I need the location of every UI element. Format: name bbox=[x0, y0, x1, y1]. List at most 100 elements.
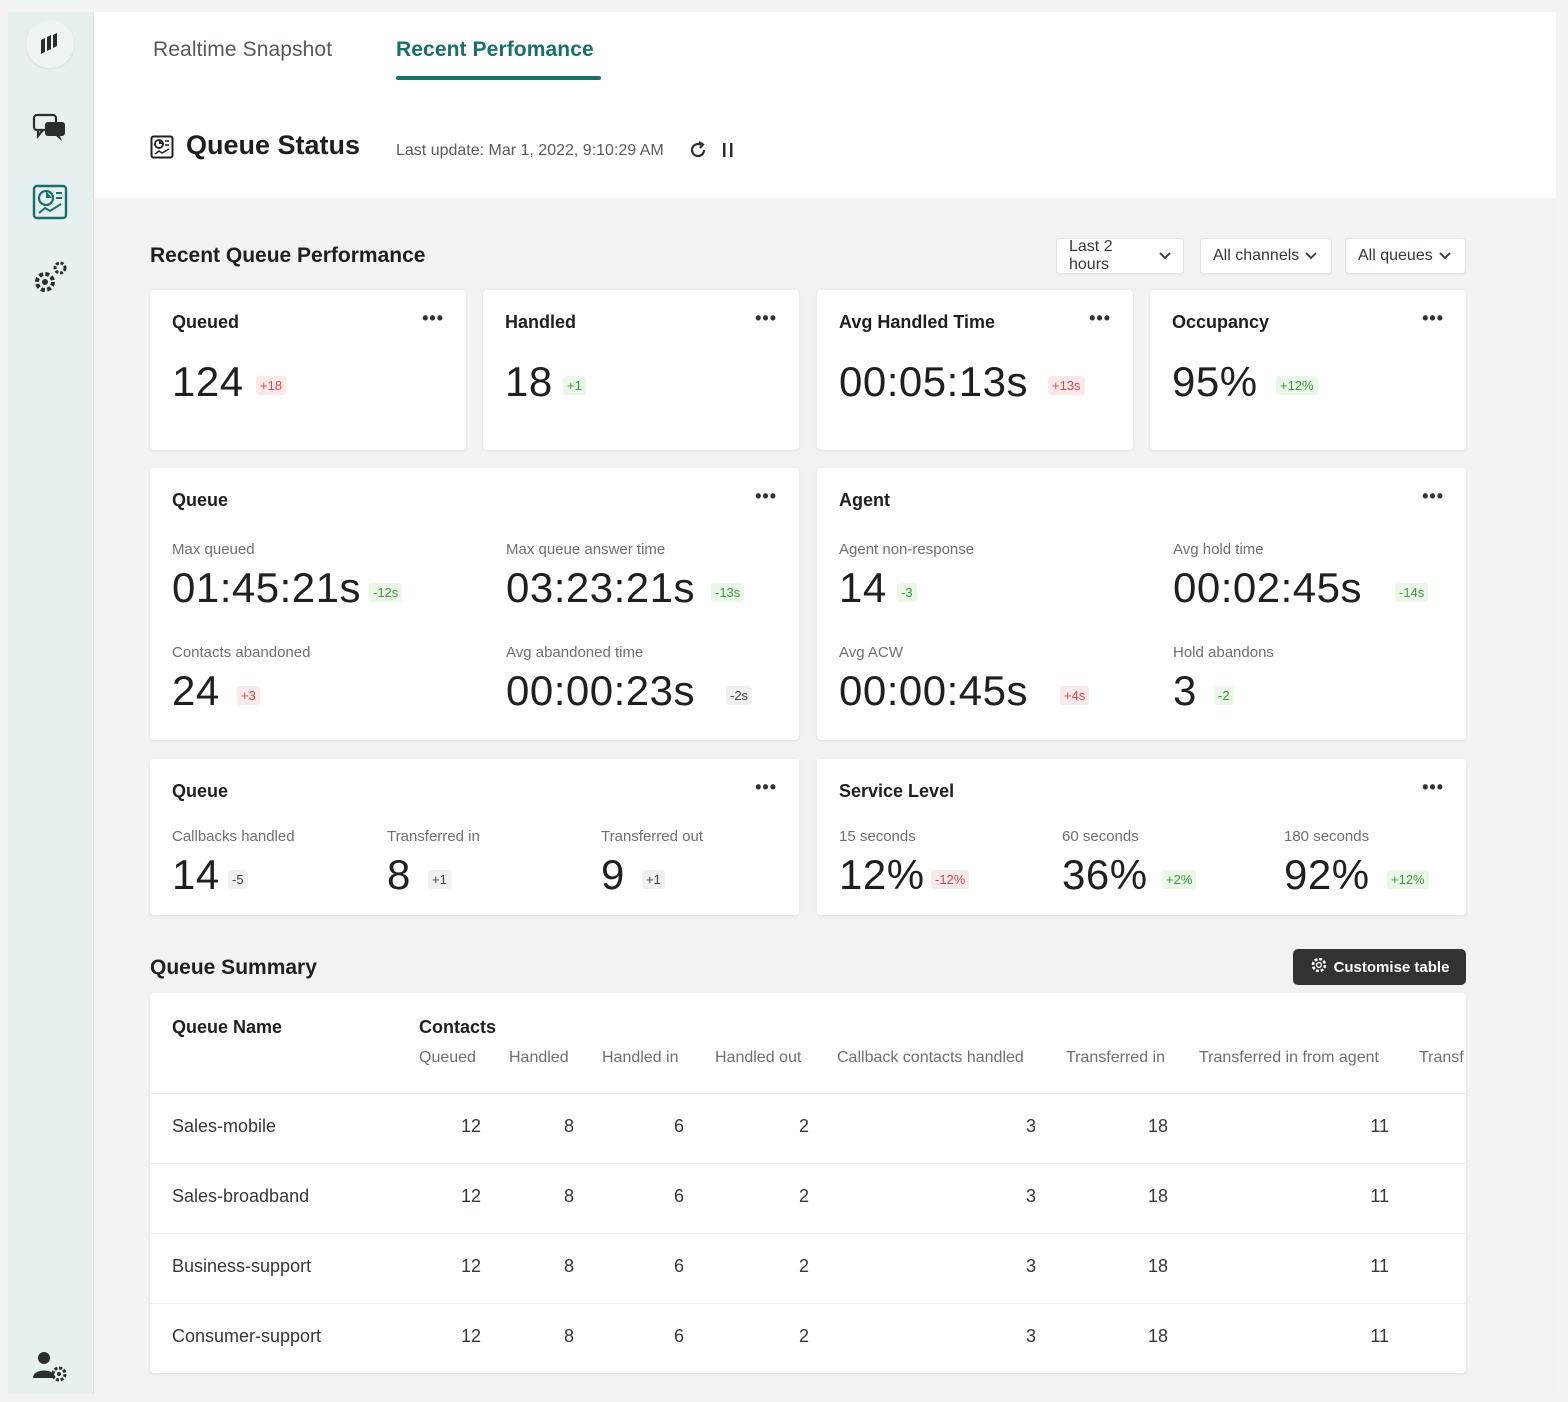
table-cell: 11 bbox=[1370, 1116, 1389, 1136]
metric-label: Max queued bbox=[172, 541, 255, 558]
metric-label: 15 seconds bbox=[839, 828, 916, 845]
page-header: Realtime Snapshot Recent Perfomance Queu… bbox=[94, 12, 1556, 198]
pause-icon[interactable] bbox=[720, 141, 736, 164]
table-cell: 11 bbox=[1370, 1186, 1389, 1206]
delta-badge: -14s bbox=[1395, 583, 1429, 602]
metric-value: 01:45:21s bbox=[172, 564, 361, 611]
column-header[interactable]: Transferred in bbox=[1066, 1049, 1165, 1067]
kpi-card-handled: Handled ••• 18 +1 bbox=[483, 290, 799, 450]
table-row[interactable]: Business-support 12 8 6 2 3 18 11 bbox=[150, 1233, 1466, 1303]
card-title: Avg Handled Time bbox=[839, 312, 996, 332]
metric-value: 14 bbox=[839, 564, 887, 611]
table-row[interactable]: Consumer-support 12 8 6 2 3 18 11 bbox=[150, 1303, 1466, 1373]
metric-value: 00:00:45s bbox=[839, 667, 1028, 714]
customise-table-label: Customise table bbox=[1333, 958, 1450, 976]
tab-realtime-snapshot[interactable]: Realtime Snapshot bbox=[153, 38, 332, 62]
column-header[interactable]: Handled bbox=[509, 1049, 569, 1067]
table-cell: 18 bbox=[1147, 1326, 1168, 1346]
column-header[interactable]: Queued bbox=[419, 1049, 476, 1067]
main-content: Realtime Snapshot Recent Perfomance Queu… bbox=[94, 12, 1556, 1394]
delta-badge: +4s bbox=[1060, 686, 1090, 705]
table-cell: 6 bbox=[673, 1186, 684, 1206]
queue-name-cell: Sales-broadband bbox=[172, 1186, 310, 1206]
table-cell: 11 bbox=[1370, 1256, 1389, 1276]
service-level-card: Service Level ••• 15 seconds 12% -12% 60… bbox=[817, 759, 1466, 915]
metric-value: 8 bbox=[387, 851, 411, 898]
delta-badge: +1 bbox=[428, 870, 451, 889]
logo-icon[interactable] bbox=[26, 20, 74, 68]
kpi-card-queued: Queued ••• 124 +18 bbox=[150, 290, 466, 450]
delta-badge: +1 bbox=[642, 870, 665, 889]
recent-performance-title: Recent Queue Performance bbox=[150, 244, 426, 267]
metric-label: Transferred out bbox=[601, 828, 703, 845]
metric-label: Agent non-response bbox=[839, 541, 975, 558]
table-cell: 11 bbox=[1370, 1326, 1389, 1346]
table-cell: 6 bbox=[673, 1116, 684, 1136]
metric-label: Avg abandoned time bbox=[506, 644, 644, 661]
more-options-icon[interactable]: ••• bbox=[755, 486, 777, 507]
kpi-value: 00:05:13s bbox=[839, 358, 1028, 405]
delta-badge: -12s bbox=[369, 583, 403, 602]
tab-recent-performance[interactable]: Recent Perfomance bbox=[396, 38, 594, 62]
refresh-icon[interactable] bbox=[688, 140, 708, 165]
customise-table-button[interactable]: Customise table bbox=[1293, 949, 1466, 985]
card-title: Handled bbox=[505, 312, 577, 332]
metric-value: 00:02:45s bbox=[1173, 564, 1362, 611]
more-options-icon[interactable]: ••• bbox=[1422, 777, 1444, 798]
table-cell: 6 bbox=[673, 1326, 684, 1346]
table-cell: 2 bbox=[798, 1116, 809, 1136]
metric-label: Transferred in bbox=[387, 828, 480, 845]
column-group-contacts: Contacts bbox=[419, 1017, 497, 1037]
queue-name-cell: Sales-mobile bbox=[172, 1116, 277, 1136]
queue-summary-table: Queue Name Contacts Queued Handled Handl… bbox=[150, 993, 1466, 1373]
column-header[interactable]: Transferred in from agent bbox=[1199, 1049, 1379, 1067]
metric-label: 60 seconds bbox=[1062, 828, 1139, 845]
more-options-icon[interactable]: ••• bbox=[1422, 308, 1444, 329]
column-header[interactable]: Handled out bbox=[715, 1049, 801, 1067]
delta-badge: +12% bbox=[1387, 870, 1429, 889]
kpi-card-avg-handled-time: Avg Handled Time ••• 00:05:13s +13s bbox=[817, 290, 1133, 450]
queue-filter[interactable]: All queues bbox=[1345, 238, 1466, 274]
column-header-queue-name[interactable]: Queue Name bbox=[172, 1017, 282, 1038]
table-cell: 8 bbox=[563, 1116, 574, 1136]
delta-badge: +3 bbox=[237, 686, 260, 705]
more-options-icon[interactable]: ••• bbox=[755, 308, 777, 329]
delta-badge: +13s bbox=[1048, 376, 1085, 395]
table-cell: 12 bbox=[460, 1116, 481, 1136]
more-options-icon[interactable]: ••• bbox=[1089, 308, 1111, 329]
card-title: Agent bbox=[839, 490, 890, 510]
more-options-icon[interactable]: ••• bbox=[422, 308, 444, 329]
column-header[interactable]: Callback contacts handled bbox=[837, 1049, 1024, 1067]
dashboard-icon[interactable] bbox=[28, 180, 72, 224]
kpi-card-occupancy: Occupancy ••• 95% +12% bbox=[1150, 290, 1466, 450]
settings-icon[interactable] bbox=[28, 256, 72, 300]
table-row[interactable]: Sales-broadband 12 8 6 2 3 18 11 bbox=[150, 1163, 1466, 1233]
card-title: Occupancy bbox=[1172, 312, 1270, 332]
user-settings-icon[interactable] bbox=[28, 1344, 72, 1388]
column-header[interactable]: Handled in bbox=[602, 1049, 679, 1067]
kpi-value: 95% bbox=[1172, 358, 1258, 405]
column-header[interactable]: Transf bbox=[1419, 1049, 1464, 1067]
table-cell: 18 bbox=[1147, 1256, 1168, 1276]
metric-label: 180 seconds bbox=[1284, 828, 1370, 845]
table-cell: 6 bbox=[673, 1256, 684, 1276]
queue-summary-title: Queue Summary bbox=[150, 956, 317, 979]
table-cell: 8 bbox=[563, 1256, 574, 1276]
metric-value: 00:00:23s bbox=[506, 667, 695, 714]
channel-filter[interactable]: All channels bbox=[1200, 238, 1332, 274]
table-cell: 18 bbox=[1147, 1116, 1168, 1136]
metric-value: 24 bbox=[172, 667, 220, 714]
chat-icon[interactable] bbox=[28, 106, 72, 150]
time-range-filter[interactable]: Last 2 hours bbox=[1056, 238, 1184, 274]
more-options-icon[interactable]: ••• bbox=[1422, 486, 1444, 507]
table-cell: 8 bbox=[563, 1326, 574, 1346]
metric-value: 92% bbox=[1284, 851, 1370, 898]
table-cell: 2 bbox=[798, 1186, 809, 1206]
more-options-icon[interactable]: ••• bbox=[755, 777, 777, 798]
table-cell: 2 bbox=[798, 1326, 809, 1346]
metric-label: Hold abandons bbox=[1173, 644, 1274, 661]
table-cell: 12 bbox=[460, 1186, 481, 1206]
table-cell: 18 bbox=[1147, 1186, 1168, 1206]
delta-badge: -5 bbox=[228, 870, 248, 889]
table-row[interactable]: Sales-mobile 12 8 6 2 3 18 11 bbox=[150, 1093, 1466, 1163]
